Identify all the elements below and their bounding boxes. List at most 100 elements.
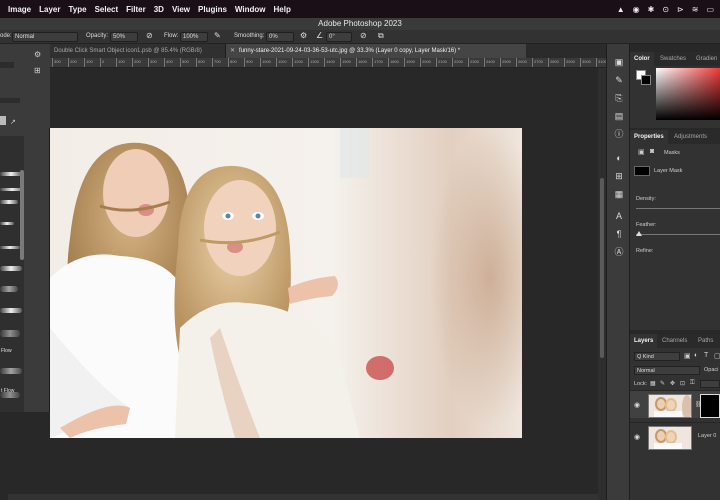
new-brush-icon[interactable]: ⊞ [34,66,41,75]
panel-icon-strip: ▣ ✎ ⎘ ▤ ⓘ ◐ ⊞ ▦ A ¶ Ⓐ [606,44,630,500]
filter-shape-icon[interactable]: ▢ [714,352,720,360]
record-icon[interactable]: ⊙ [662,5,669,14]
smoothing-field[interactable]: 0% [266,32,294,42]
tab-layers[interactable]: Layers [630,334,658,348]
lock-transparent-icon[interactable]: ▦ [650,380,656,387]
layer-row-layer-0[interactable]: ◉ Layer 0 [630,422,720,450]
tab-color[interactable]: Color [630,52,654,66]
menu-window[interactable]: Window [235,5,266,14]
menu-type[interactable]: Type [68,5,86,14]
menu-plugins[interactable]: Plugins [198,5,227,14]
tab-properties[interactable]: Properties [630,130,668,144]
brush-angle-icon[interactable]: ↗ [10,118,16,126]
tab-gradients[interactable]: Gradien [692,52,720,66]
menu-image[interactable]: Image [8,5,31,14]
angle-field[interactable]: 0° [326,32,352,42]
tab-paths[interactable]: Paths [694,334,717,348]
vertical-scroll-thumb[interactable] [600,178,604,358]
feather-slider[interactable] [636,234,720,235]
brush-preset-stroke[interactable] [0,200,18,204]
menu-filter[interactable]: Filter [126,5,146,14]
lock-artboard-icon[interactable]: ⊡ [680,380,685,387]
brush-preset-stroke[interactable] [0,222,14,225]
airbrush-icon[interactable]: ✎ [214,31,221,40]
opacity-field[interactable]: 50% [110,32,138,42]
menu-help[interactable]: Help [274,5,291,14]
menu-layer[interactable]: Layer [39,5,60,14]
creative-cloud-icon[interactable]: ◉ [633,5,640,14]
vlc-icon[interactable]: ▲ [617,5,625,14]
lock-position-icon[interactable]: ✥ [670,380,675,387]
filter-pixel-icon[interactable]: ▣ [684,352,691,360]
flow-field[interactable]: 100% [180,32,208,42]
ruler-tick [452,58,453,67]
smoothing-label: Smoothing: [234,33,265,39]
gear-icon[interactable]: ⚙ [300,31,307,40]
actions-icon[interactable]: ▤ [613,110,625,122]
canvas-area[interactable] [50,68,598,500]
brush-preset-stroke[interactable] [0,330,20,337]
tab-channels[interactable]: Channels [658,334,691,348]
brush-list-scrollbar[interactable] [20,170,24,260]
visibility-eye-icon[interactable]: ◉ [634,401,640,409]
wifi-icon[interactable]: ≋ [692,5,699,14]
pixel-mask-icon[interactable]: ▣ [638,148,645,156]
filter-type-icon[interactable]: T [704,352,708,359]
battery-icon[interactable]: ▭ [706,5,714,14]
brush-preset-icon[interactable]: ✎ [613,74,625,86]
color-picker-field[interactable] [656,68,720,120]
glyphs-icon[interactable]: Ⓐ [613,246,625,258]
brush-preset-stroke[interactable] [0,308,22,313]
brush-preset-stroke[interactable] [0,368,22,374]
blend-mode-dropdown[interactable]: Normal [634,366,700,375]
layer-mask-thumbnail[interactable] [634,166,650,176]
brush-preset-label: t Flow [1,388,15,394]
document-photo[interactable] [50,128,522,438]
bluetooth-icon[interactable]: ✱ [648,5,655,14]
pressure-opacity-icon[interactable]: ⊘ [146,31,153,40]
kind-filter-dropdown[interactable]: Q Kind [634,352,680,361]
character-icon[interactable]: A [613,210,625,222]
play-icon[interactable]: ⊳ [677,5,684,14]
layer-row-copy[interactable]: ◉ ⛓ [630,390,720,418]
brush-preset-stroke[interactable] [0,266,22,271]
ruler-tick [548,58,549,67]
ruler-tick-label: 1700 [374,59,383,64]
info-icon[interactable]: ⓘ [613,128,625,140]
brush-preset-stroke[interactable] [0,172,22,176]
paragraph-icon[interactable]: ¶ [613,228,625,240]
tab-funny-stare[interactable]: ✕ funny-stare-2021-09-24-03-36-53-utc.jpg… [226,44,526,58]
history-icon[interactable]: ▣ [613,56,625,68]
brush-gear-icon[interactable]: ⚙ [34,50,41,59]
fill-field[interactable] [700,380,720,388]
density-slider[interactable] [636,208,720,209]
brush-size-field[interactable] [0,62,14,68]
tab-smart-object[interactable]: Double Click Smart Object icon1.psb @ 85… [50,44,226,58]
background-color-swatch[interactable] [641,75,651,85]
feather-slider-handle[interactable] [636,231,642,236]
adjustments-icon[interactable]: ◐ [613,152,625,164]
menu-3d[interactable]: 3D [154,5,164,14]
clone-source-icon[interactable]: ⎘ [613,92,625,104]
brush-preset-stroke[interactable] [0,246,20,249]
menu-view[interactable]: View [172,5,190,14]
pressure-size-icon[interactable]: ⊘ [360,31,367,40]
visibility-eye-icon[interactable]: ◉ [634,433,640,441]
vector-mask-icon[interactable]: ◙ [650,148,654,155]
brush-preset-stroke[interactable] [0,286,18,292]
close-icon[interactable]: ✕ [230,48,235,54]
tab-adjustments[interactable]: Adjustments [670,130,711,144]
shapes-icon[interactable]: ⊞ [613,170,625,182]
menu-select[interactable]: Select [95,5,119,14]
tab-swatches[interactable]: Swatches [656,52,690,66]
symmetry-icon[interactable]: ⧉ [378,31,384,41]
filter-adjustment-icon[interactable]: ◐ [694,352,698,359]
layer-mask-thumbnail-small[interactable] [700,394,720,418]
vertical-scrollbar[interactable] [598,68,606,500]
lock-all-icon[interactable]: ⚿ [690,380,695,387]
brush-hardness-field[interactable] [0,98,20,103]
mode-dropdown[interactable]: Normal [12,32,78,42]
horizontal-scrollbar[interactable] [8,494,598,500]
lock-pixels-icon[interactable]: ✎ [660,380,665,387]
libraries-icon[interactable]: ▦ [613,188,625,200]
